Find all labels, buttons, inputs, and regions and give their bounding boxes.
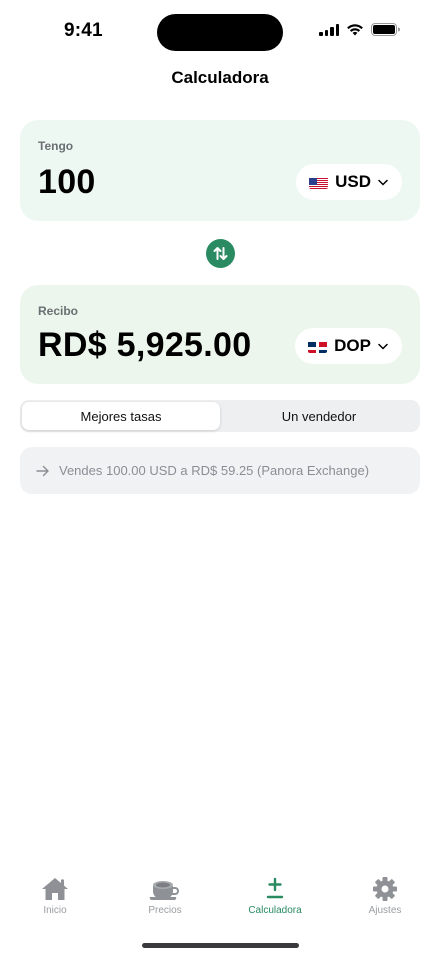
receive-card: Recibo RD$ 5,925.00 DOP [20, 285, 420, 384]
segment-best-rates[interactable]: Mejores tasas [22, 402, 220, 430]
status-icons [319, 23, 400, 36]
tab-label: Calculadora [248, 905, 302, 916]
conversion-result-text: Vendes 100.00 USD a RD$ 59.25 (Panora Ex… [59, 463, 370, 478]
have-amount-input[interactable]: 100 [38, 163, 96, 202]
tab-calculadora[interactable]: Calculadora [220, 876, 330, 926]
receive-amount: RD$ 5,925.00 [38, 326, 252, 364]
chevron-down-icon [378, 179, 388, 186]
home-indicator[interactable] [142, 943, 299, 948]
gear-icon [373, 877, 397, 901]
have-label: Tengo [38, 139, 74, 153]
us-flag-icon [309, 176, 329, 189]
home-icon [42, 878, 68, 900]
have-currency-selector[interactable]: USD [296, 164, 402, 200]
rate-mode-segmented-control: Mejores tasas Un vendedor [20, 400, 420, 432]
tab-label: Precios [148, 905, 182, 916]
have-card: Tengo 100 USD [20, 120, 420, 221]
segment-single-seller[interactable]: Un vendedor [220, 402, 418, 430]
receive-currency-selector[interactable]: DOP [295, 328, 402, 364]
status-time: 9:41 [64, 20, 103, 41]
plus-minus-icon [266, 877, 284, 899]
tab-precios[interactable]: Precios [110, 876, 220, 926]
wifi-icon [347, 24, 363, 36]
swap-arrows-icon [213, 247, 228, 260]
tab-ajustes[interactable]: Ajustes [330, 876, 440, 926]
tab-inicio[interactable]: Inicio [0, 876, 110, 926]
battery-icon [371, 23, 400, 36]
tab-bar: Inicio Precios Calculadora Ajustes [0, 876, 440, 926]
arrow-right-icon [36, 465, 49, 476]
receive-currency-code: DOP [334, 336, 371, 355]
tab-label: Ajustes [368, 905, 402, 916]
dynamic-island [157, 14, 283, 51]
receive-label: Recibo [38, 304, 79, 318]
cellular-signal-icon [319, 23, 339, 36]
chevron-down-icon [378, 343, 388, 350]
calculator-screen: 9:41 Calculadora Tengo 100 USD Recibo RD… [0, 0, 440, 956]
have-currency-code: USD [335, 172, 371, 191]
do-flag-icon [308, 340, 328, 353]
swap-currencies-button[interactable] [206, 239, 235, 268]
page-title: Calculadora [171, 68, 269, 87]
tab-label: Inicio [43, 905, 67, 916]
conversion-result[interactable]: Vendes 100.00 USD a RD$ 59.25 (Panora Ex… [20, 447, 420, 494]
cup-icon [149, 881, 179, 901]
